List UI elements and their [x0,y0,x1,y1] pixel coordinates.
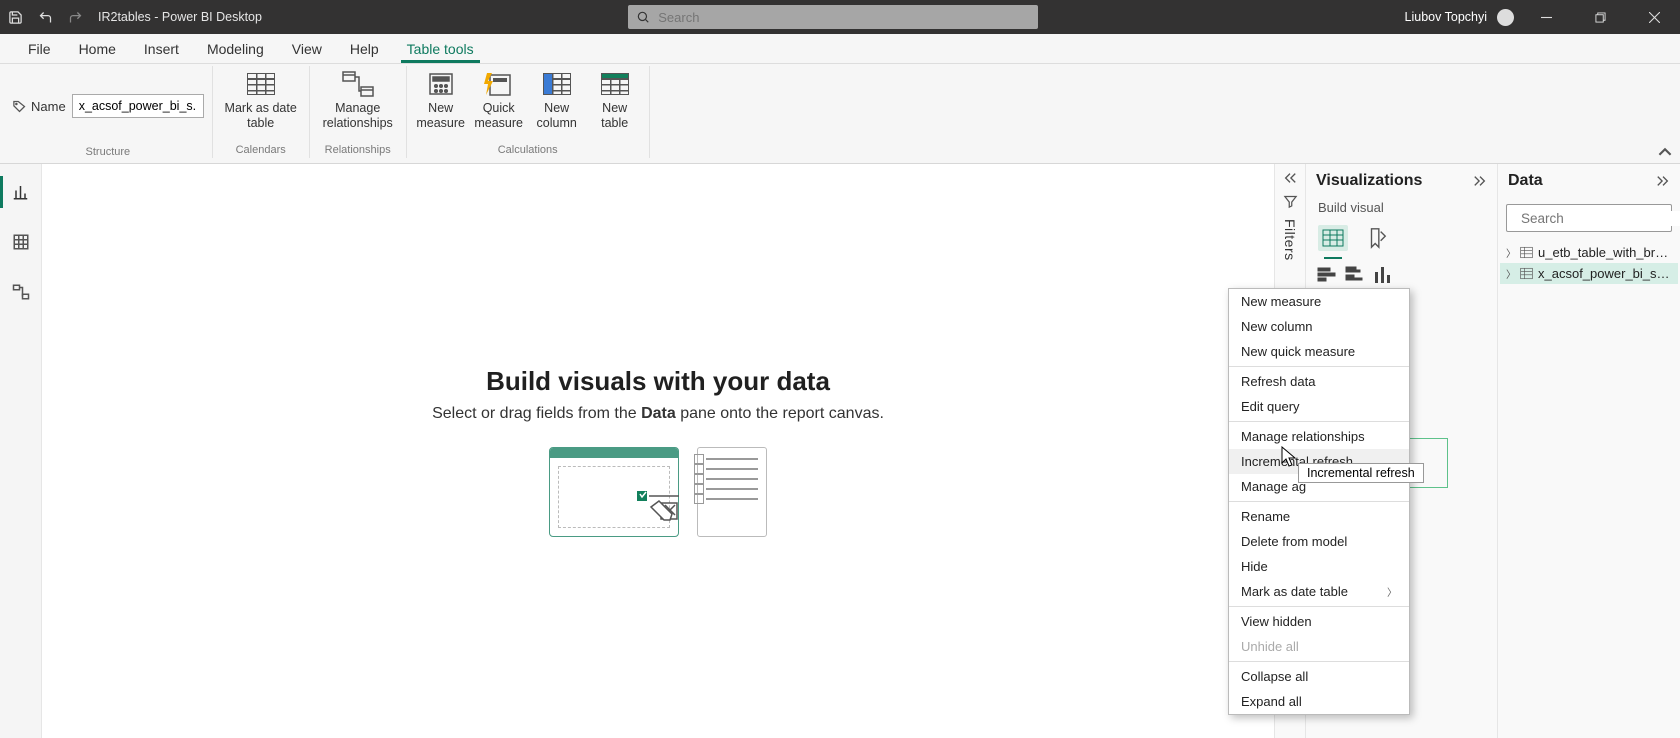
tab-help[interactable]: Help [336,34,393,63]
redo-icon[interactable] [60,0,90,34]
table-node-2[interactable]: 〉 x_acsof_power_bi_s_for... [1500,263,1678,284]
mark-as-date-table-button[interactable]: Mark as date table [221,66,301,131]
ctx-refresh-data[interactable]: Refresh data [1229,369,1409,394]
new-column-button[interactable]: New column [531,66,583,131]
calculator-icon [428,72,454,96]
collapse-ribbon-button[interactable] [1658,145,1672,159]
data-view-button[interactable] [0,226,42,258]
filters-label: Filters [1282,219,1298,261]
ribbon: Name Structure Mark as date table Calend… [0,64,1680,164]
group-label-relationships: Relationships [318,144,398,156]
tab-view[interactable]: View [278,34,336,63]
format-icon [1366,227,1388,249]
ctx-expand-all[interactable]: Expand all [1229,689,1409,714]
name-label: Name [12,99,66,114]
search-icon [636,10,650,24]
fields-tree: 〉 u_etb_table_with_broke... 〉 x_acsof_po… [1498,238,1680,288]
app-title: IR2tables - Power BI Desktop [98,10,262,24]
ctx-delete-from-model[interactable]: Delete from model [1229,529,1409,554]
chevron-right-icon: 〉 [1387,584,1397,599]
relationships-icon [342,71,374,97]
expand-filters-icon[interactable] [1283,172,1297,184]
table-icon [1520,267,1534,280]
ribbon-tabs: File Home Insert Modeling View Help Tabl… [0,34,1680,64]
bar-chart-icon [13,183,31,201]
table-green-icon [601,73,629,95]
table-icon [247,73,275,95]
avatar[interactable] [1497,9,1514,26]
visualizations-title: Visualizations [1316,172,1422,190]
global-search[interactable] [628,5,1038,29]
chevron-right-icon: 〉 [1506,245,1516,260]
tab-insert[interactable]: Insert [130,34,193,63]
global-search-input[interactable] [658,5,1030,29]
build-visual-label: Build visual [1306,198,1497,221]
data-search-input[interactable] [1521,211,1680,226]
new-table-button[interactable]: New table [589,66,641,131]
report-canvas[interactable]: Build visuals with your data Select or d… [42,164,1274,738]
group-label-calendars: Calendars [221,144,301,156]
title-bar: IR2tables - Power BI Desktop Liubov Topc… [0,0,1680,34]
canvas-subtext: Select or drag fields from the Data pane… [432,405,884,423]
quick-measure-icon [484,71,514,97]
user-name[interactable]: Liubov Topchyi [1405,10,1487,24]
quick-measure-button[interactable]: Quick measure [473,66,525,131]
collapse-visualizations-icon[interactable] [1473,175,1487,187]
new-measure-button[interactable]: New measure [415,66,467,131]
collapse-data-icon[interactable] [1656,175,1670,187]
tooltip: Incremental refresh [1298,463,1424,483]
build-visual-tab[interactable] [1318,225,1348,251]
clustered-bar-icon[interactable] [1344,265,1366,285]
maximize-button[interactable] [1578,12,1622,23]
undo-icon[interactable] [30,0,60,34]
canvas-illustration [549,447,767,537]
save-icon[interactable] [0,0,30,34]
ctx-manage-relationships[interactable]: Manage relationships [1229,424,1409,449]
view-switcher [0,164,42,738]
ctx-unhide-all: Unhide all [1229,634,1409,659]
ctx-edit-query[interactable]: Edit query [1229,394,1409,419]
build-visual-icon [1322,228,1344,248]
workspace: Build visuals with your data Select or d… [0,164,1680,738]
data-pane-title: Data [1508,172,1543,190]
ctx-new-column[interactable]: New column [1229,314,1409,339]
data-search[interactable] [1506,204,1672,232]
model-icon [12,283,30,301]
tab-file[interactable]: File [14,34,65,63]
group-label-calculations: Calculations [415,144,641,156]
ctx-new-quick-measure[interactable]: New quick measure [1229,339,1409,364]
format-visual-tab[interactable] [1362,225,1392,251]
canvas-heading: Build visuals with your data [486,366,830,397]
context-menu: New measure New column New quick measure… [1228,288,1410,715]
model-view-button[interactable] [0,276,42,308]
ctx-view-hidden[interactable]: View hidden [1229,609,1409,634]
table-name-input[interactable] [72,94,204,118]
chevron-right-icon: 〉 [1506,266,1516,281]
table-node-1[interactable]: 〉 u_etb_table_with_broke... [1500,242,1678,263]
tab-modeling[interactable]: Modeling [193,34,278,63]
tag-icon [12,99,27,114]
stacked-bar-icon[interactable] [1316,265,1338,285]
manage-relationships-button[interactable]: Manage relationships [318,66,398,131]
minimize-button[interactable] [1524,12,1568,23]
table-blue-icon [543,73,571,95]
filters-funnel-icon [1283,194,1298,209]
ctx-rename[interactable]: Rename [1229,504,1409,529]
tab-table-tools[interactable]: Table tools [393,34,488,63]
group-label-structure: Structure [12,146,204,158]
stacked-column-icon[interactable] [1372,265,1394,285]
ctx-hide[interactable]: Hide [1229,554,1409,579]
ctx-new-measure[interactable]: New measure [1229,289,1409,314]
ctx-collapse-all[interactable]: Collapse all [1229,664,1409,689]
tab-home[interactable]: Home [65,34,130,63]
data-pane: Data 〉 u_etb_table_with_broke... 〉 [1498,164,1680,738]
table-icon [1520,246,1534,259]
ctx-mark-as-date-table[interactable]: Mark as date table〉 [1229,579,1409,604]
report-view-button[interactable] [0,176,42,208]
table-icon [12,233,30,251]
close-button[interactable] [1632,12,1676,23]
